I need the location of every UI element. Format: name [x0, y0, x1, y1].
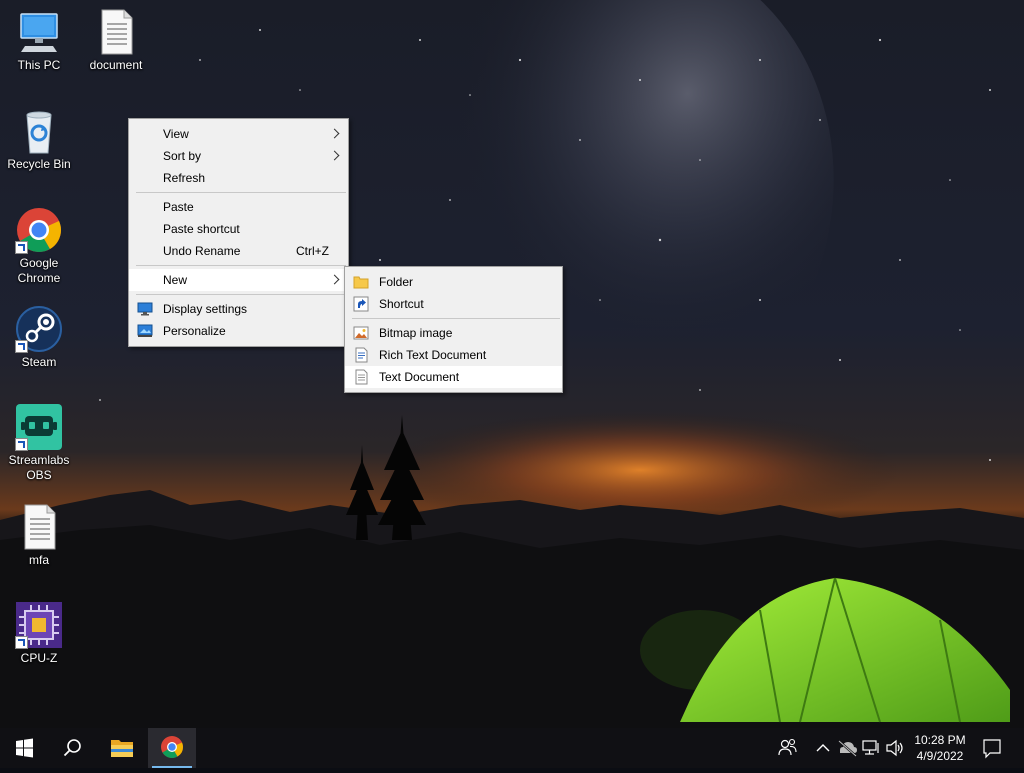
menu-item-new-folder[interactable]: Folder — [345, 271, 562, 293]
display-settings-icon — [137, 301, 153, 317]
file-explorer-icon — [111, 740, 133, 757]
text-file-icon — [15, 503, 63, 551]
bitmap-image-icon — [353, 325, 369, 341]
cpu-z-icon — [15, 601, 63, 649]
clock-time: 10:28 PM — [914, 733, 966, 747]
clock-date: 4/9/2022 — [916, 749, 964, 763]
text-document-icon — [353, 369, 369, 385]
rich-text-document-icon — [353, 347, 369, 363]
shortcut-arrow-icon — [15, 438, 28, 451]
menu-separator — [352, 318, 560, 319]
menu-item-new-text-document[interactable]: Text Document — [345, 366, 562, 388]
computer-icon — [15, 8, 63, 56]
menu-item-sort-by[interactable]: Sort by — [129, 145, 348, 167]
action-center-button[interactable] — [976, 728, 1008, 768]
menu-separator — [136, 294, 346, 295]
taskbar-clock[interactable]: 10:28 PM 4/9/2022 — [906, 732, 974, 764]
desktop-icon-label: document — [89, 58, 143, 72]
chevron-up-icon — [816, 744, 830, 752]
tray-show-hidden-icons[interactable] — [812, 728, 834, 768]
tray-volume[interactable] — [884, 728, 906, 768]
desktop-icon-label: CPU-Z — [20, 651, 58, 665]
taskbar: 10:28 PM 4/9/2022 — [0, 728, 1024, 768]
menu-separator — [136, 265, 346, 266]
start-button[interactable] — [0, 728, 48, 768]
desktop-icon-mfa[interactable]: mfa — [1, 503, 77, 568]
menu-item-personalize[interactable]: Personalize — [129, 320, 348, 342]
desktop-icon-label: Recycle Bin — [7, 157, 71, 171]
desktop-icon-label: This PC — [17, 58, 61, 72]
menu-item-label: New — [163, 273, 188, 287]
menu-item-label: Text Document — [379, 370, 460, 384]
menu-item-label: Personalize — [163, 324, 226, 338]
personalize-icon — [137, 323, 153, 339]
desktop-icon-label: mfa — [28, 553, 49, 567]
shortcut-arrow-icon — [15, 636, 28, 649]
menu-item-label: Paste — [163, 200, 194, 214]
text-file-icon — [92, 8, 140, 56]
desktop-icon-recycle-bin[interactable]: Recycle Bin — [1, 107, 77, 172]
shortcut-arrow-icon — [15, 340, 28, 353]
desktop-icon-label: Streamlabs OBS — [8, 453, 70, 482]
menu-item-new-rich-text-document[interactable]: Rich Text Document — [345, 344, 562, 366]
menu-item-label: Undo Rename — [163, 244, 241, 258]
network-icon — [862, 740, 879, 755]
menu-separator — [136, 192, 346, 193]
chrome-icon — [161, 736, 183, 758]
menu-item-label: Folder — [379, 275, 414, 289]
folder-icon — [353, 274, 369, 290]
desktop-icon-label: Steam — [21, 355, 57, 369]
chevron-right-icon — [329, 150, 340, 161]
tray-network[interactable] — [860, 728, 882, 768]
desktop-icon-steam[interactable]: Steam — [1, 305, 77, 370]
menu-item-new-bitmap-image[interactable]: Bitmap image — [345, 322, 562, 344]
menu-item-paste[interactable]: Paste — [129, 196, 348, 218]
start-icon — [16, 738, 33, 758]
recycle-bin-icon — [15, 107, 63, 155]
volume-icon — [886, 739, 903, 757]
desktop-icon-this-pc[interactable]: This PC — [1, 8, 77, 73]
search-icon — [63, 739, 81, 757]
cloud-offline-icon — [838, 740, 857, 757]
desktop-context-menu: View Sort by Refresh Paste Paste shortcu… — [128, 118, 349, 347]
chevron-right-icon — [329, 274, 340, 285]
menu-item-undo-rename[interactable]: Undo Rename Ctrl+Z — [129, 240, 348, 262]
keyboard-shortcut-text: Ctrl+Z — [296, 244, 329, 258]
desktop-icon-cpu-z[interactable]: CPU-Z — [1, 601, 77, 666]
menu-item-label: Refresh — [163, 171, 206, 185]
shortcut-arrow-icon — [15, 241, 28, 254]
desktop-icon-document[interactable]: document — [78, 8, 154, 73]
chrome-icon — [15, 206, 63, 254]
shortcut-icon — [353, 296, 369, 312]
streamlabs-icon — [15, 403, 63, 451]
people-icon — [778, 738, 797, 756]
search-button[interactable] — [48, 728, 96, 768]
chevron-right-icon — [329, 128, 340, 139]
notification-icon — [983, 739, 1001, 759]
menu-item-label: Paste shortcut — [163, 222, 240, 236]
menu-item-view[interactable]: View — [129, 123, 348, 145]
new-submenu: Folder Shortcut Bitmap image Rich Text D… — [344, 266, 563, 393]
desktop-icon-streamlabs-obs[interactable]: Streamlabs OBS — [1, 403, 77, 483]
menu-item-new-shortcut[interactable]: Shortcut — [345, 293, 562, 315]
tray-onedrive[interactable] — [836, 728, 858, 768]
menu-item-label: Rich Text Document — [379, 348, 487, 362]
menu-item-new[interactable]: New — [129, 269, 348, 291]
menu-item-label: View — [163, 127, 189, 141]
menu-item-display-settings[interactable]: Display settings — [129, 298, 348, 320]
menu-item-label: Display settings — [163, 302, 248, 316]
taskbar-chrome[interactable] — [148, 728, 196, 768]
menu-item-label: Sort by — [163, 149, 202, 163]
menu-item-paste-shortcut[interactable]: Paste shortcut — [129, 218, 348, 240]
taskbar-file-explorer[interactable] — [98, 728, 146, 768]
tray-people[interactable] — [774, 728, 802, 768]
menu-item-refresh[interactable]: Refresh — [129, 167, 348, 189]
steam-icon — [15, 305, 63, 353]
menu-item-label: Shortcut — [379, 297, 424, 311]
desktop-icon-label: Google Chrome — [17, 256, 61, 285]
desktop-icon-google-chrome[interactable]: Google Chrome — [1, 206, 77, 286]
menu-item-label: Bitmap image — [379, 326, 453, 340]
